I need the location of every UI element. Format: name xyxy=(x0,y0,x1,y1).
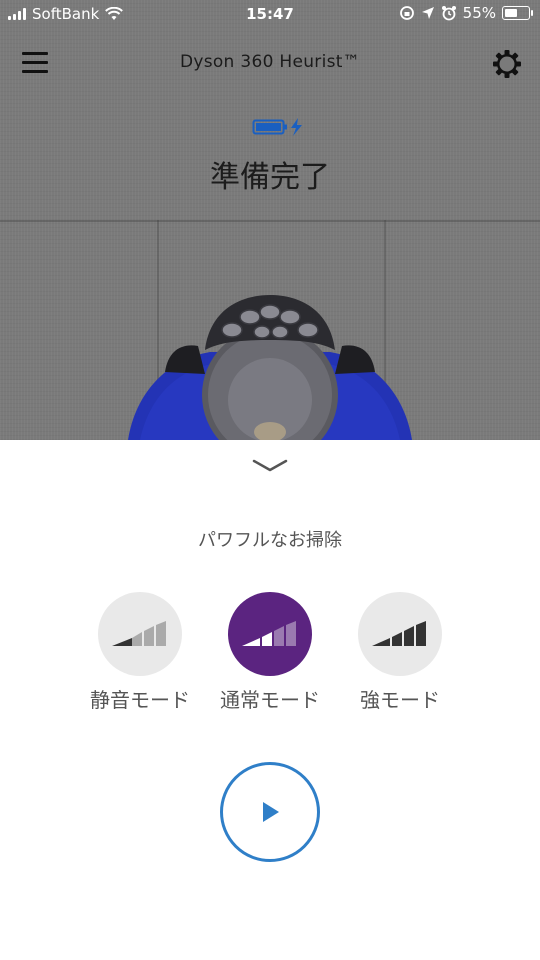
power-mode-title: パワフルなお掃除 xyxy=(198,530,342,551)
mode-strong-button[interactable]: 強モード xyxy=(330,592,470,713)
status-right: 55% xyxy=(399,4,533,22)
robot-status-text: 準備完了 xyxy=(210,160,330,195)
mode-strong-label: 強モード xyxy=(360,688,440,712)
mode-quiet-circle xyxy=(98,592,182,676)
start-cleaning-button[interactable] xyxy=(220,762,320,862)
mode-normal-label: 通常モード xyxy=(220,688,320,712)
rotation-lock-icon xyxy=(399,6,414,20)
location-arrow-icon xyxy=(421,7,434,19)
chevron-down-icon[interactable] xyxy=(250,456,290,476)
mode-strong-circle xyxy=(358,592,442,676)
mode-normal-circle xyxy=(228,592,312,676)
battery-percent: 55% xyxy=(462,4,496,22)
gear-icon[interactable] xyxy=(490,47,524,81)
app-title: Dyson 360 Heurist™ xyxy=(179,52,361,72)
mode-normal-button[interactable]: 通常モード xyxy=(200,592,340,713)
play-icon xyxy=(263,802,279,822)
mode-quiet-button[interactable]: 静音モード xyxy=(70,592,210,713)
power-level-high-icon xyxy=(372,621,426,646)
control-sheet: パワフルなお掃除 静音モード 通常モード 強モード xyxy=(0,440,540,960)
robot-view: SoftBank 15:47 55% Dyson 360 Heurist™ 準備… xyxy=(0,0,540,440)
power-level-medium-icon xyxy=(242,621,296,646)
mode-quiet-label: 静音モード xyxy=(90,688,190,712)
phone-battery-icon xyxy=(502,6,533,20)
power-level-low-icon xyxy=(112,621,166,646)
status-bar: SoftBank 15:47 55% xyxy=(0,0,540,28)
battery-charging-icon xyxy=(252,118,302,136)
alarm-icon xyxy=(441,6,456,21)
